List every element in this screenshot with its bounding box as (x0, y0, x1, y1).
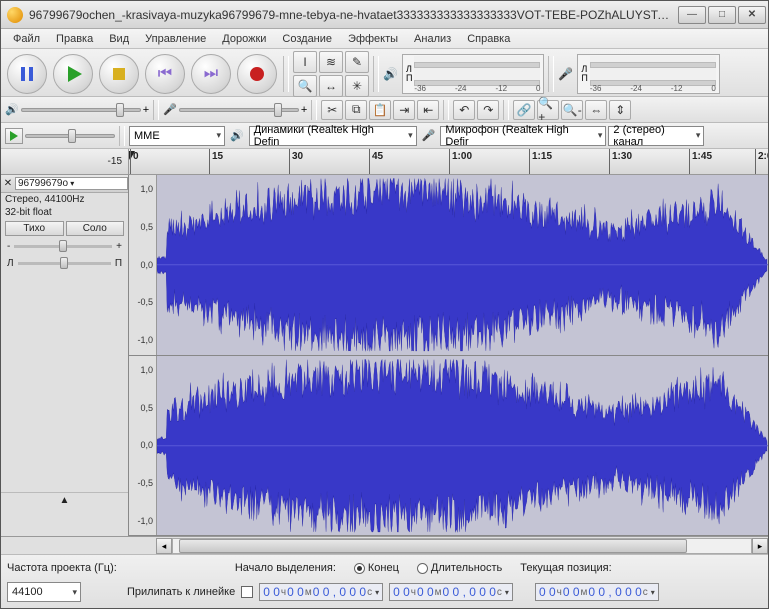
waveform-area[interactable]: 1,0 0,5 0,0 -0,5 -1,0 1,0 0,5 0,0 -0,5 -… (129, 175, 768, 536)
timeshift-tool-icon[interactable]: ↔ (319, 75, 343, 97)
selection-end-field[interactable]: 0 0ч 0 0м 0 0 , 0 0 0с ▾ (389, 583, 513, 601)
record-meter[interactable]: Л П -36-24-120 (577, 54, 719, 94)
sync-lock-icon[interactable]: 🔗 (513, 100, 535, 120)
length-radio[interactable]: Длительность (417, 562, 502, 574)
transcription-play-button[interactable] (5, 128, 23, 144)
selection-tool-icon[interactable]: I (293, 51, 317, 73)
mic-icon: 🎤 (558, 67, 573, 81)
record-button[interactable] (237, 54, 277, 94)
mute-button[interactable]: Тихо (5, 221, 64, 236)
close-button[interactable]: ✕ (738, 6, 766, 24)
play-button[interactable] (53, 54, 93, 94)
track-menu-dropdown[interactable]: 96799679o (15, 177, 128, 190)
device-toolbar: MME 🔊 Динамики (Realtek High Defin 🎤 Мик… (1, 123, 768, 149)
menu-view[interactable]: Вид (101, 31, 137, 47)
amplitude-scale-right: 1,0 0,5 0,0 -0,5 -1,0 (129, 356, 157, 536)
zoom-out-icon[interactable]: 🔍- (561, 100, 583, 120)
track-format-label: Стерео, 44100Hz (1, 193, 128, 206)
menu-generate[interactable]: Создание (274, 31, 340, 47)
app-icon (7, 7, 23, 23)
audio-position-field[interactable]: 0 0ч 0 0м 0 0 , 0 0 0с ▾ (535, 583, 659, 601)
input-volume-slider[interactable] (179, 108, 299, 112)
speaker-small-icon: 🔊 (5, 103, 19, 116)
collapse-button[interactable]: ▲ (1, 492, 128, 508)
output-volume-slider[interactable] (21, 108, 141, 112)
undo-icon[interactable]: ↶ (453, 100, 475, 120)
trim-icon[interactable]: ⇥ (393, 100, 415, 120)
menu-file[interactable]: Файл (5, 31, 48, 47)
selection-start-label: Начало выделения: (235, 562, 336, 574)
audio-position-label: Текущая позиция: (520, 562, 611, 574)
speaker-icon: 🔊 (383, 67, 398, 81)
output-device-dropdown[interactable]: Динамики (Realtek High Defin (249, 126, 417, 146)
snap-to-checkbox[interactable] (241, 586, 253, 598)
waveform-right-channel[interactable]: 1,0 0,5 0,0 -0,5 -1,0 (129, 356, 768, 537)
timeline-ruler[interactable]: -15 01530451:001:151:301:452:00 (1, 149, 768, 175)
titlebar: 96799679ochen_-krasivaya-muzyka96799679-… (1, 1, 768, 29)
mic-device-icon: 🎤 (422, 129, 436, 142)
project-rate-dropdown[interactable]: 44100 (7, 582, 81, 602)
paste-icon[interactable]: 📋 (369, 100, 391, 120)
pan-slider[interactable] (18, 262, 111, 265)
menu-transport[interactable]: Управление (137, 31, 214, 47)
maximize-button[interactable]: □ (708, 6, 736, 24)
scroll-right-button[interactable]: ▸ (752, 538, 768, 554)
scroll-left-button[interactable]: ◂ (156, 538, 172, 554)
input-channels-dropdown[interactable]: 2 (стерео) канал (608, 126, 704, 146)
minimize-button[interactable]: — (678, 6, 706, 24)
menu-help[interactable]: Справка (459, 31, 518, 47)
zoom-tool-icon[interactable]: 🔍 (293, 75, 317, 97)
speaker-device-icon: 🔊 (230, 129, 244, 142)
transport-toolbar: I ≋ ✎ 🔍 ↔ ✳ 🔊 Л П -36-24-120 (1, 49, 768, 97)
skip-end-button[interactable] (191, 54, 231, 94)
multi-tool-icon[interactable]: ✳ (345, 75, 369, 97)
stop-button[interactable] (99, 54, 139, 94)
draw-tool-icon[interactable]: ✎ (345, 51, 369, 73)
window-title: 96799679ochen_-krasivaya-muzyka96799679-… (29, 8, 676, 22)
menubar: Файл Правка Вид Управление Дорожки Созда… (1, 29, 768, 49)
gain-slider[interactable] (14, 245, 112, 248)
snap-to-label: Прилипать к линейке (127, 586, 235, 598)
track-control-panel: ✕ 96799679o Стерео, 44100Hz 32-bit float… (1, 175, 129, 536)
input-device-dropdown[interactable]: Микрофон (Realtek High Defir (440, 126, 606, 146)
audio-host-dropdown[interactable]: MME (129, 126, 225, 146)
fit-project-icon[interactable]: ⇕ (609, 100, 631, 120)
redo-icon[interactable]: ↷ (477, 100, 499, 120)
selection-toolbar: Частота проекта (Гц): Начало выделения: … (1, 554, 768, 608)
menu-tracks[interactable]: Дорожки (214, 31, 274, 47)
mic-small-icon: 🎤 (163, 103, 177, 116)
pause-button[interactable] (7, 54, 47, 94)
zoom-in-icon[interactable]: 🔍+ (537, 100, 559, 120)
menu-edit[interactable]: Правка (48, 31, 101, 47)
project-rate-label: Частота проекта (Гц): (7, 562, 117, 574)
menu-effects[interactable]: Эффекты (340, 31, 406, 47)
menu-analyze[interactable]: Анализ (406, 31, 459, 47)
end-radio[interactable]: Конец (354, 562, 399, 574)
cut-icon[interactable]: ✂ (321, 100, 343, 120)
transcription-speed-slider[interactable] (25, 134, 115, 138)
skip-start-button[interactable] (145, 54, 185, 94)
mixer-toolbar: 🔊 + 🎤 + ✂ ⧉ 📋 ⇥ ⇤ ↶ ↷ 🔗 🔍+ 🔍- ⇔ ⇕ (1, 97, 768, 123)
solo-button[interactable]: Соло (66, 221, 125, 236)
track-close-button[interactable]: ✕ (1, 178, 15, 189)
selection-start-field[interactable]: 0 0ч 0 0м 0 0 , 0 0 0с ▾ (259, 583, 383, 601)
tracks-area: ✕ 96799679o Стерео, 44100Hz 32-bit float… (1, 175, 768, 536)
track-bitdepth-label: 32-bit float (1, 206, 128, 219)
fit-selection-icon[interactable]: ⇔ (585, 100, 607, 120)
waveform-left-channel[interactable]: 1,0 0,5 0,0 -0,5 -1,0 (129, 175, 768, 356)
horizontal-scrollbar[interactable]: ◂ ▸ (1, 536, 768, 554)
silence-icon[interactable]: ⇤ (417, 100, 439, 120)
copy-icon[interactable]: ⧉ (345, 100, 367, 120)
playback-meter[interactable]: Л П -36-24-120 (402, 54, 544, 94)
amplitude-scale-left: 1,0 0,5 0,0 -0,5 -1,0 (129, 175, 157, 355)
envelope-tool-icon[interactable]: ≋ (319, 51, 343, 73)
